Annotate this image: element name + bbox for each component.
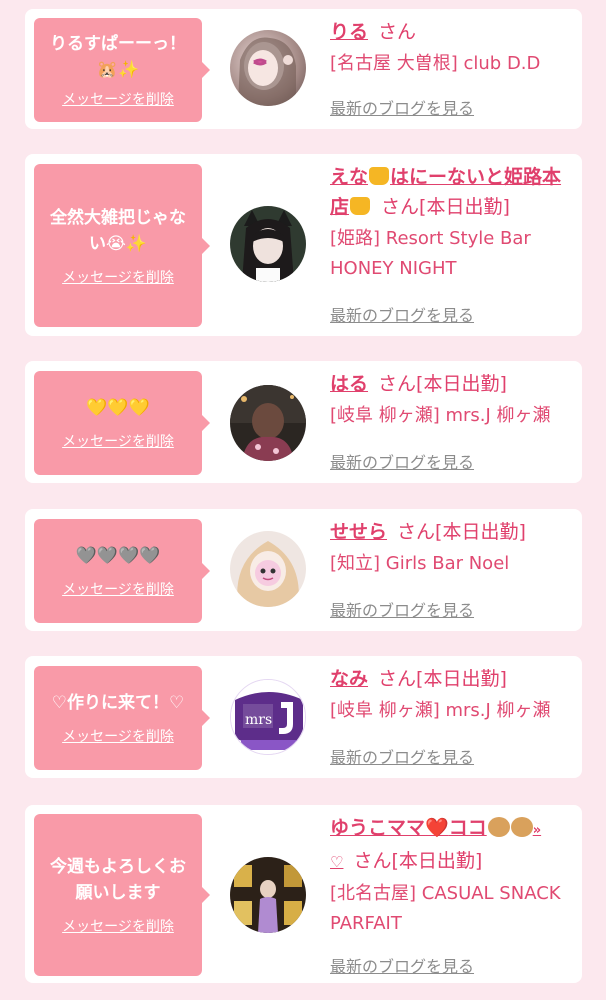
message-emoji: 🐹✨ (96, 60, 140, 80)
delete-message-link[interactable]: メッセージを削除 (62, 916, 174, 936)
message-list: りるすぱーーっ！ 🐹✨ メッセージを削除 りる さん [名古屋 大曽根] club… (0, 0, 606, 1000)
avatar-photo (238, 37, 296, 106)
message-bubble: 全然大雑把じゃない😭✨ メッセージを削除 (34, 164, 210, 327)
honey-pot-icon (369, 167, 390, 185)
cast-info: ゆうこママ❤️ココ» ♡ さん[本日出勤] [北名古屋] CASUAL SNACK… (330, 813, 572, 939)
latest-blog-link[interactable]: 最新のブログを見る (330, 449, 474, 473)
honorific: さん (378, 668, 417, 690)
shop-name: [岐阜 柳ヶ瀬] mrs.J 柳ヶ瀬 (330, 700, 551, 721)
delete-message-link[interactable]: メッセージを削除 (62, 431, 174, 451)
message-text: 🩶🩶🩶🩶 (76, 543, 161, 569)
shop-logo-icon: mrs (231, 680, 305, 754)
message-bubble: 今週もよろしくお願いします メッセージを削除 (34, 814, 210, 976)
message-bubble: りるすぱーーっ！ 🐹✨ メッセージを削除 (34, 18, 210, 122)
avatar-photo (237, 541, 299, 607)
message-text: りるすぱーーっ！ 🐹✨ (50, 31, 186, 83)
latest-blog-link[interactable]: 最新のブログを見る (330, 597, 474, 621)
delete-message-link[interactable]: メッセージを削除 (62, 267, 174, 287)
cast-info: なみ さん[本日出勤] [岐阜 柳ヶ瀬] mrs.J 柳ヶ瀬 (330, 664, 572, 726)
dog-icon (487, 817, 510, 837)
message-bubble: 💛💛💛 メッセージを削除 (34, 371, 210, 475)
honey-pot-icon (350, 197, 371, 215)
message-card: 🩶🩶🩶🩶 メッセージを削除 せせら さん[本日出勤] [知立] Girls Bar… (25, 509, 582, 631)
status-badge: [本日出勤] (419, 196, 510, 218)
avatar[interactable] (230, 531, 306, 607)
dog-icon (510, 817, 533, 837)
message-card: 💛💛💛 メッセージを削除 はる さん[本日出勤] [岐阜 柳ヶ瀬] mrs.J 柳… (25, 361, 582, 483)
delete-message-link[interactable]: メッセージを削除 (62, 726, 174, 746)
avatar-photo (230, 385, 306, 461)
status-badge: [本日出勤] (435, 521, 526, 543)
cast-name-link[interactable]: なみ (330, 668, 368, 690)
message-bubble: 🩶🩶🩶🩶 メッセージを削除 (34, 519, 210, 623)
avatar-photo (234, 865, 302, 933)
honorific: さん (378, 21, 417, 43)
message-text: 今週もよろしくお願いします (50, 857, 186, 903)
cast-name-link[interactable]: せせら (330, 521, 387, 543)
latest-blog-link[interactable]: 最新のブログを見る (330, 95, 474, 119)
status-badge: [本日出勤] (416, 373, 507, 395)
honorific: さん (397, 521, 436, 543)
honorific: さん (353, 850, 392, 872)
cast-name-link[interactable]: はる (330, 373, 368, 395)
message-text: 全然大雑把じゃない😭✨ (50, 207, 186, 254)
avatar[interactable] (230, 30, 306, 106)
message-bubble: ♡作りに来て！♡ メッセージを削除 (34, 666, 210, 770)
message-card: ♡作りに来て！♡ メッセージを削除 mrs なみ さん[本日出勤] [岐阜 柳ヶ瀬… (25, 656, 582, 778)
cast-name-link-cont[interactable]: ♡ (330, 853, 343, 871)
delete-message-link[interactable]: メッセージを削除 (62, 89, 174, 109)
shop-name: [名古屋 大曽根] club D.D (330, 53, 541, 74)
shop-name: [姫路] Resort Style Bar HONEY NIGHT (330, 228, 531, 279)
cast-name-link[interactable]: りる (330, 21, 368, 43)
shop-name: [岐阜 柳ヶ瀬] mrs.J 柳ヶ瀬 (330, 405, 551, 426)
cast-info: りる さん [名古屋 大曽根] club D.D (330, 17, 572, 79)
yellow-heart-icon: 💛💛💛 (86, 398, 150, 418)
message-card: りるすぱーーっ！ 🐹✨ メッセージを削除 りる さん [名古屋 大曽根] club… (25, 9, 582, 129)
status-badge: [本日出勤] (416, 668, 507, 690)
honorific: さん (378, 373, 417, 395)
message-card: 全然大雑把じゃない😭✨ メッセージを削除 えな はにーないと姫路本店 さん[本日出勤… (25, 154, 582, 336)
red-heart-icon: ❤️ (425, 817, 449, 839)
cast-info: えな はにーないと姫路本店 さん[本日出勤] [姫路] Resort Style B… (330, 162, 572, 284)
shop-name: [知立] Girls Bar Noel (330, 553, 510, 574)
message-card: 今週もよろしくお願いします メッセージを削除 ゆうこママ❤️ココ» ♡ さん[本日… (25, 805, 582, 983)
cast-info: はる さん[本日出勤] [岐阜 柳ヶ瀬] mrs.J 柳ヶ瀬 (330, 369, 572, 431)
avatar[interactable] (230, 857, 306, 933)
message-text: 💛💛💛 (86, 395, 150, 421)
delete-message-link[interactable]: メッセージを削除 (62, 579, 174, 599)
avatar[interactable] (230, 206, 306, 282)
message-text: ♡作りに来て！♡ (51, 693, 185, 713)
svg-text:mrs: mrs (245, 712, 272, 728)
cast-name-link[interactable]: ゆうこママ❤️ココ» (330, 817, 541, 839)
cast-info: せせら さん[本日出勤] [知立] Girls Bar Noel (330, 517, 572, 579)
avatar[interactable] (230, 385, 306, 461)
grey-heart-icon: 🩶🩶🩶🩶 (75, 546, 161, 566)
honorific: さん (381, 196, 420, 218)
latest-blog-link[interactable]: 最新のブログを見る (330, 744, 474, 768)
avatar[interactable]: mrs (230, 679, 306, 755)
latest-blog-link[interactable]: 最新のブログを見る (330, 953, 474, 977)
avatar-photo (242, 210, 294, 282)
status-badge: [本日出勤] (391, 850, 483, 872)
shop-name: [北名古屋] CASUAL SNACK PARFAIT (330, 883, 561, 934)
latest-blog-link[interactable]: 最新のブログを見る (330, 302, 474, 326)
